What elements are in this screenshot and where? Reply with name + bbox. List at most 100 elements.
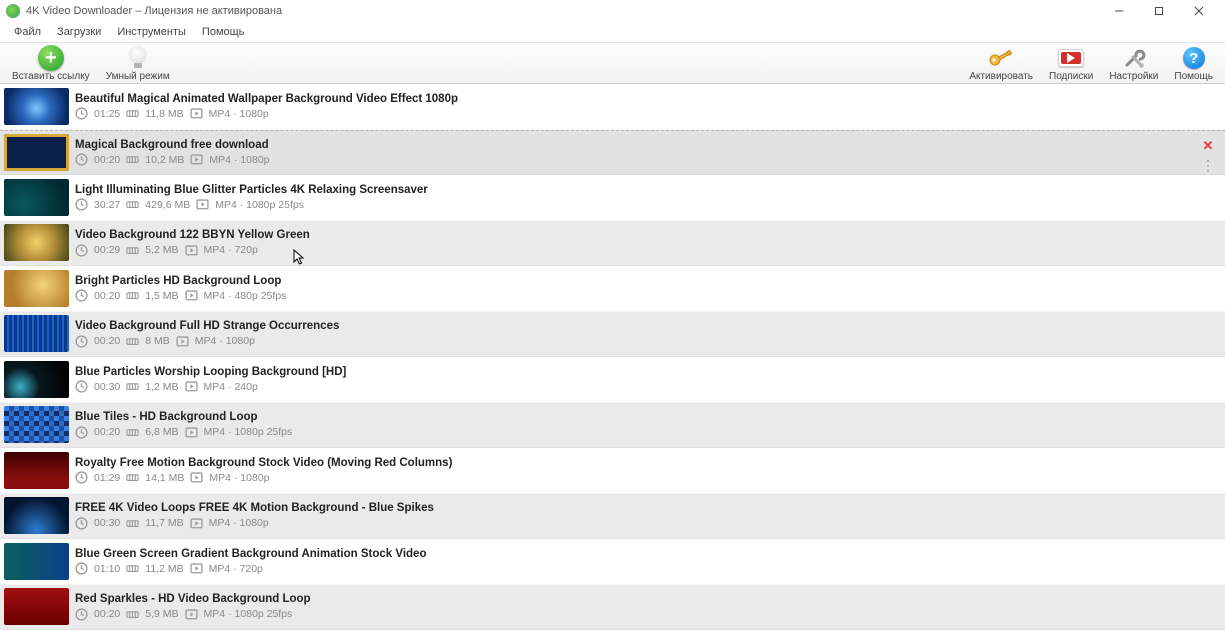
thumbnail (4, 452, 69, 489)
item-info: Bright Particles HD Background Loop00:20… (75, 275, 1219, 302)
thumbnail (4, 497, 69, 534)
plus-icon: + (38, 45, 64, 71)
item-info: Blue Tiles - HD Background Loop 00:206,8 … (75, 411, 1219, 438)
size-icon (126, 336, 139, 347)
item-format: MP4 · 1080p (195, 335, 255, 347)
help-label: Помощь (1174, 71, 1213, 82)
bulb-icon (127, 47, 149, 69)
item-title: Video Background Full HD Strange Occurre… (75, 320, 1219, 332)
thumbnail (4, 315, 69, 352)
item-meta: 01:2914,1 MBMP4 · 1080p (75, 472, 1219, 484)
item-duration: 00:30 (94, 517, 120, 529)
size-icon (126, 108, 139, 119)
thumbnail (4, 134, 69, 171)
list-item[interactable]: Beautiful Magical Animated Wallpaper Bac… (0, 84, 1225, 130)
item-format: MP4 · 1080p 25fps (204, 426, 293, 438)
item-format: MP4 · 1080p 25fps (215, 199, 304, 211)
item-title: Blue Green Screen Gradient Background An… (75, 548, 1219, 560)
toolbar: + Вставить ссылку Умный режим Активирова… (0, 42, 1225, 84)
item-duration: 00:20 (94, 154, 120, 166)
paste-link-button[interactable]: + Вставить ссылку (4, 42, 98, 82)
downloads-list: Beautiful Magical Animated Wallpaper Bac… (0, 84, 1225, 630)
list-item[interactable]: Blue Tiles - HD Background Loop 00:206,8 … (0, 403, 1225, 449)
item-format: MP4 · 480p 25fps (204, 290, 287, 302)
help-icon: ? (1183, 47, 1205, 69)
item-duration: 30:27 (94, 199, 120, 211)
paste-link-label: Вставить ссылку (12, 71, 90, 82)
list-item[interactable]: Blue Green Screen Gradient Background An… (0, 539, 1225, 585)
item-meta: 30:27 429,6 MB MP4 · 1080p 25fps (75, 199, 1219, 211)
window-title: 4K Video Downloader – Лицензия не активи… (26, 5, 282, 17)
menu-help[interactable]: Помощь (194, 24, 253, 40)
item-info: Video Background 122 BBYN Yellow Green00… (75, 229, 1219, 256)
item-size: 11,7 MB (145, 517, 183, 529)
clock-icon (75, 472, 88, 483)
key-icon (987, 45, 1015, 71)
smart-mode-button[interactable]: Умный режим (98, 42, 178, 82)
clock-icon (75, 518, 88, 529)
menu-tools[interactable]: Инструменты (109, 24, 194, 40)
list-item[interactable]: Blue Particles Worship Looping Backgroun… (0, 357, 1225, 403)
item-title: Royalty Free Motion Background Stock Vid… (75, 457, 1219, 469)
clock-icon (75, 563, 88, 574)
more-button[interactable]: ⋮ (1201, 158, 1215, 172)
item-format: MP4 · 720p (209, 563, 263, 575)
item-size: 429,6 MB (145, 199, 190, 211)
menu-downloads[interactable]: Загрузки (49, 24, 109, 40)
help-button[interactable]: ? Помощь (1166, 42, 1221, 82)
item-meta: 00:201,5 MBMP4 · 480p 25fps (75, 290, 1219, 302)
close-button[interactable] (1179, 0, 1219, 22)
item-info: Beautiful Magical Animated Wallpaper Bac… (75, 93, 1219, 120)
list-item[interactable]: Royalty Free Motion Background Stock Vid… (0, 448, 1225, 494)
item-title: Light Illuminating Blue Glitter Particle… (75, 184, 1219, 196)
format-icon (190, 563, 203, 574)
item-format: MP4 · 1080p (209, 108, 269, 120)
smart-mode-label: Умный режим (106, 71, 170, 82)
menu-file[interactable]: Файл (6, 24, 49, 40)
clock-icon (75, 609, 88, 620)
item-size: 1,2 MB (145, 381, 178, 393)
item-size: 1,5 MB (145, 290, 178, 302)
format-icon (185, 609, 198, 620)
list-item[interactable]: Magical Background free download00:2010,… (0, 130, 1225, 176)
item-duration: 00:30 (94, 381, 120, 393)
item-size: 11,2 MB (145, 563, 183, 575)
list-item[interactable]: Video Background 122 BBYN Yellow Green00… (0, 221, 1225, 267)
item-format: MP4 · 720p (204, 244, 258, 256)
size-icon (126, 154, 139, 165)
item-title: Red Sparkles - HD Video Background Loop (75, 593, 1219, 605)
thumbnail (4, 88, 69, 125)
size-icon (126, 427, 139, 438)
list-item[interactable]: FREE 4K Video Loops FREE 4K Motion Backg… (0, 494, 1225, 540)
list-item[interactable]: Light Illuminating Blue Glitter Particle… (0, 175, 1225, 221)
maximize-button[interactable] (1139, 0, 1179, 22)
item-title: Blue Tiles - HD Background Loop (75, 411, 1219, 423)
item-title: Blue Particles Worship Looping Backgroun… (75, 366, 1219, 378)
item-format: MP4 · 1080p (209, 517, 269, 529)
list-item[interactable]: Video Background Full HD Strange Occurre… (0, 312, 1225, 358)
menubar: Файл Загрузки Инструменты Помощь (0, 22, 1225, 42)
item-info: Blue Green Screen Gradient Background An… (75, 548, 1219, 575)
format-icon (190, 108, 203, 119)
item-meta: 00:295,2 MBMP4 · 720p (75, 244, 1219, 256)
list-item[interactable]: Bright Particles HD Background Loop00:20… (0, 266, 1225, 312)
size-icon (126, 518, 139, 529)
list-item[interactable]: Red Sparkles - HD Video Background Loop0… (0, 585, 1225, 630)
item-meta: 00:206,8 MBMP4 · 1080p 25fps (75, 426, 1219, 438)
item-size: 10,2 MB (145, 154, 184, 166)
subscriptions-button[interactable]: Подписки (1041, 42, 1101, 82)
item-duration: 00:20 (94, 335, 120, 347)
item-size: 14,1 MB (145, 472, 184, 484)
item-duration: 01:29 (94, 472, 120, 484)
settings-button[interactable]: Настройки (1101, 42, 1166, 82)
activate-button[interactable]: Активировать (961, 42, 1041, 82)
app-icon (6, 4, 20, 18)
size-icon (126, 245, 139, 256)
clock-icon (75, 290, 88, 301)
remove-button[interactable]: ✕ (1203, 139, 1214, 152)
minimize-button[interactable] (1099, 0, 1139, 22)
size-icon (126, 472, 139, 483)
item-size: 5,9 MB (145, 608, 178, 620)
clock-icon (75, 427, 88, 438)
thumbnail (4, 270, 69, 307)
